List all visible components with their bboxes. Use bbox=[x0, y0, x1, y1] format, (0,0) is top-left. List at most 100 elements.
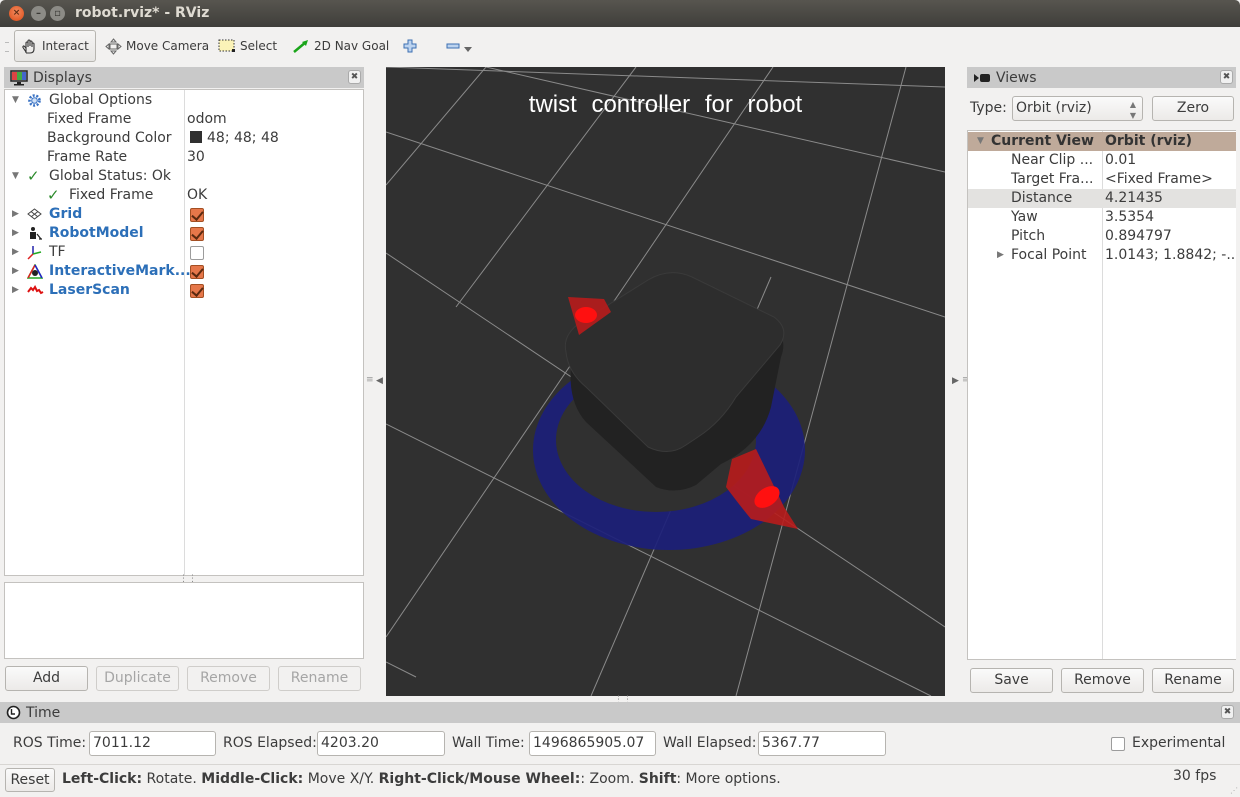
toolbar: Interact Move Camera Select 2D Nav Goal bbox=[0, 27, 1240, 65]
view-row-yaw[interactable]: Yaw 3.5354 bbox=[968, 208, 1236, 227]
remove-view-button[interactable]: Remove bbox=[1061, 668, 1144, 693]
tool-select[interactable]: Select bbox=[213, 30, 282, 62]
3d-viewport[interactable]: twist controller for robot bbox=[386, 67, 945, 696]
window-close-button[interactable]: × bbox=[9, 6, 24, 21]
window-title: robot.rviz* - RViz bbox=[75, 5, 210, 21]
views-close-button[interactable]: ✖ bbox=[1220, 70, 1233, 84]
display-row-global-options[interactable]: ▼ Global Options bbox=[5, 91, 363, 110]
ros-elapsed-label: ROS Elapsed: bbox=[223, 735, 317, 751]
robotmodel-enabled-checkbox[interactable] bbox=[190, 227, 204, 241]
expand-right-icon[interactable]: ▶ bbox=[12, 281, 19, 300]
display-row-frame-rate[interactable]: Frame Rate 30 bbox=[5, 148, 363, 167]
toolbar-grip[interactable] bbox=[5, 42, 9, 52]
display-row-robotmodel[interactable]: ▶ RobotModel bbox=[5, 224, 363, 243]
window-maximize-button[interactable]: ▫ bbox=[50, 6, 65, 21]
collapse-left-icon[interactable]: ◀ bbox=[376, 376, 383, 386]
display-row-fixed-frame[interactable]: Fixed Frame odom bbox=[5, 110, 363, 129]
views-title: Views bbox=[996, 69, 1037, 86]
reset-button[interactable]: Reset bbox=[5, 768, 55, 792]
fixed-frame-value[interactable]: odom bbox=[187, 110, 227, 129]
window-minimize-button[interactable]: – bbox=[31, 6, 46, 21]
fps-readout: 30 fps bbox=[1173, 768, 1217, 784]
close-icon: ✖ bbox=[1223, 707, 1232, 717]
display-row-interactive-markers[interactable]: ▶ InteractiveMark... bbox=[5, 262, 363, 281]
check-icon: ✓ bbox=[27, 167, 40, 185]
grid-line bbox=[386, 67, 487, 186]
laserscan-enabled-checkbox[interactable] bbox=[190, 284, 204, 298]
wall-time-field[interactable]: 1496865905.07 bbox=[529, 731, 656, 756]
view-row-focal-point[interactable]: ▶ Focal Point 1.0143; 1.8842; -... bbox=[968, 246, 1236, 265]
check-icon: ✓ bbox=[47, 186, 60, 204]
expand-down-icon[interactable]: ▼ bbox=[12, 167, 19, 186]
collapse-right-icon[interactable]: ▶ bbox=[952, 376, 959, 386]
color-swatch bbox=[190, 131, 202, 143]
status-value: OK bbox=[187, 187, 208, 203]
ros-elapsed-field[interactable]: 4203.20 bbox=[317, 731, 445, 756]
add-tool-button[interactable] bbox=[398, 30, 422, 62]
expand-right-icon[interactable]: ▶ bbox=[12, 224, 19, 243]
expand-right-icon[interactable]: ▶ bbox=[12, 243, 19, 262]
tool-interact-label: Interact bbox=[42, 39, 89, 53]
minus-icon bbox=[446, 43, 460, 49]
displays-close-button[interactable]: ✖ bbox=[348, 70, 361, 84]
robot-model-icon bbox=[30, 227, 42, 240]
distance-value[interactable]: 4.21435 bbox=[1105, 189, 1163, 208]
left-splitter-handle[interactable]: ≡ bbox=[366, 375, 374, 385]
experimental-checkbox[interactable] bbox=[1111, 737, 1125, 751]
close-icon: ✖ bbox=[1222, 72, 1231, 82]
tool-interact[interactable]: Interact bbox=[14, 30, 96, 62]
wall-elapsed-field[interactable]: 5367.77 bbox=[758, 731, 886, 756]
background-color-value[interactable]: 48; 48; 48 bbox=[190, 129, 279, 148]
add-display-button[interactable]: Add bbox=[5, 666, 88, 691]
view-type-select[interactable]: Orbit (rviz) ▲ ▼ bbox=[1012, 96, 1143, 121]
clock-icon bbox=[6, 705, 21, 720]
interactive-markers-enabled-checkbox[interactable] bbox=[190, 265, 204, 279]
view-row-target-frame[interactable]: Target Fra... <Fixed Frame> bbox=[968, 170, 1236, 189]
display-row-background-color[interactable]: Background Color 48; 48; 48 bbox=[5, 129, 363, 148]
view-row-near-clip[interactable]: Near Clip ... 0.01 bbox=[968, 151, 1236, 170]
target-frame-value[interactable]: <Fixed Frame> bbox=[1105, 170, 1213, 189]
tool-move-camera[interactable]: Move Camera bbox=[100, 30, 214, 62]
duplicate-display-button[interactable]: Duplicate bbox=[96, 666, 179, 691]
wall-elapsed-label: Wall Elapsed: bbox=[663, 735, 757, 751]
current-view-header-row[interactable]: ▼ Current View Orbit (rviz) bbox=[968, 132, 1236, 151]
tool-2d-nav-goal[interactable]: 2D Nav Goal bbox=[287, 30, 394, 62]
time-title: Time bbox=[26, 704, 61, 721]
remove-tool-button[interactable] bbox=[441, 30, 477, 62]
frame-rate-value[interactable]: 30 bbox=[187, 148, 205, 167]
time-close-button[interactable]: ✖ bbox=[1221, 705, 1234, 719]
display-row-laserscan[interactable]: ▶ LaserScan bbox=[5, 281, 363, 300]
yaw-value[interactable]: 3.5354 bbox=[1105, 208, 1154, 227]
save-view-button[interactable]: Save bbox=[970, 668, 1053, 693]
time-panel-header: Time ✖ bbox=[0, 702, 1240, 723]
zero-view-button[interactable]: Zero bbox=[1152, 96, 1234, 121]
3d-scene[interactable] bbox=[386, 67, 945, 696]
focal-point-value[interactable]: 1.0143; 1.8842; -... bbox=[1105, 246, 1236, 265]
display-description-box bbox=[4, 582, 364, 659]
expand-right-icon[interactable]: ▶ bbox=[997, 246, 1004, 265]
view-row-distance[interactable]: Distance 4.21435 bbox=[968, 189, 1236, 208]
display-row-status-fixed-frame[interactable]: ✓ Fixed Frame OK bbox=[5, 186, 363, 205]
laser-scan-icon bbox=[27, 285, 44, 295]
expand-right-icon[interactable]: ▶ bbox=[12, 205, 19, 224]
display-row-global-status[interactable]: ▼ ✓ Global Status: Ok bbox=[5, 167, 363, 186]
display-row-tf[interactable]: ▶ TF bbox=[5, 243, 363, 262]
display-row-grid[interactable]: ▶ Grid bbox=[5, 205, 363, 224]
grid-enabled-checkbox[interactable] bbox=[190, 208, 204, 222]
expand-down-icon[interactable]: ▼ bbox=[12, 91, 19, 110]
expand-right-icon[interactable]: ▶ bbox=[12, 262, 19, 281]
ros-time-field[interactable]: 7011.12 bbox=[89, 731, 216, 756]
tool-move-camera-label: Move Camera bbox=[126, 39, 210, 53]
near-clip-value[interactable]: 0.01 bbox=[1105, 151, 1136, 170]
minimize-icon: – bbox=[36, 8, 41, 19]
rename-view-button[interactable]: Rename bbox=[1152, 668, 1234, 693]
resize-grip-icon[interactable]: ⋰ bbox=[1230, 786, 1238, 795]
remove-display-button[interactable]: Remove bbox=[187, 666, 270, 691]
tf-enabled-checkbox[interactable] bbox=[190, 246, 204, 260]
pitch-value[interactable]: 0.894797 bbox=[1105, 227, 1172, 246]
rename-display-button[interactable]: Rename bbox=[278, 666, 361, 691]
select-rect-icon bbox=[218, 39, 235, 52]
tool-2d-nav-goal-label: 2D Nav Goal bbox=[314, 39, 390, 53]
view-row-pitch[interactable]: Pitch 0.894797 bbox=[968, 227, 1236, 246]
expand-down-icon[interactable]: ▼ bbox=[977, 132, 984, 151]
